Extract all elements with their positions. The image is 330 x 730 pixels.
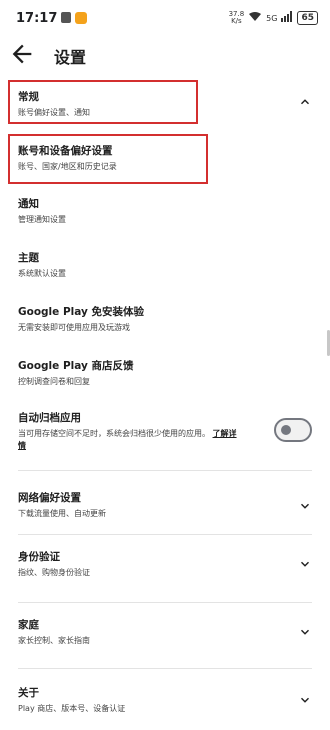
section-general[interactable]: 常规 账号偏好设置、通知: [0, 80, 330, 124]
item-subtitle: 管理通知设置: [18, 215, 66, 224]
settings-item-feedback[interactable]: Google Play 商店反馈 控制调查问卷和回复: [0, 352, 330, 396]
section-family[interactable]: 家庭 家长控制、家长指南: [0, 602, 330, 658]
settings-item-account[interactable]: 账号和设备偏好设置 账号、国家/地区和历史记录: [0, 134, 330, 182]
network-type: 5G: [266, 13, 278, 23]
chevron-down-icon[interactable]: [298, 498, 312, 512]
section-subtitle: 下载流量使用、自动更新: [18, 509, 106, 518]
wifi-icon: [248, 11, 262, 25]
settings-item-notifications[interactable]: 通知 管理通知设置: [0, 190, 330, 234]
app-bar: 设置: [0, 36, 330, 76]
item-title: 主题: [18, 252, 39, 264]
section-subtitle: 指纹、购物身份验证: [18, 568, 90, 577]
item-subtitle: 控制调查问卷和回复: [18, 377, 90, 386]
divider: [18, 470, 312, 471]
section-title: 常规: [18, 91, 39, 103]
section-subtitle: Play 商店、版本号、设备认证: [18, 704, 126, 713]
settings-item-instant[interactable]: Google Play 免安装体验 无需安装即可使用应用及玩游戏: [0, 298, 330, 342]
section-auth[interactable]: 身份验证 指纹、购物身份验证: [0, 534, 330, 590]
chevron-down-icon[interactable]: [298, 692, 312, 706]
divider: [18, 668, 312, 669]
item-title: 通知: [18, 198, 39, 210]
item-subtitle: 当可用存储空间不足时，系统会归档很少使用的应用。 了解详 情: [18, 429, 237, 450]
item-title: 账号和设备偏好设置: [18, 145, 113, 157]
app-notification-icon: [75, 12, 87, 24]
item-title: Google Play 商店反馈: [18, 360, 134, 372]
settings-item-theme[interactable]: 主题 系统默认设置: [0, 244, 330, 288]
status-icons: 37.8 K/s 5G 65: [229, 11, 318, 25]
status-bar: 17:17 37.8 K/s 5G 65: [0, 0, 330, 36]
section-title: 家庭: [18, 619, 39, 631]
section-title: 身份验证: [18, 551, 60, 563]
notification-icon: [61, 12, 71, 23]
section-about[interactable]: 关于 Play 商店、版本号、设备认证: [0, 670, 330, 726]
item-subtitle: 账号、国家/地区和历史记录: [18, 162, 117, 171]
section-subtitle: 家长控制、家长指南: [18, 636, 90, 645]
chevron-down-icon[interactable]: [298, 556, 312, 570]
section-title: 关于: [18, 687, 39, 699]
arrow-back-icon[interactable]: [8, 40, 36, 68]
status-time: 17:17: [16, 11, 58, 26]
learn-more-link[interactable]: 了解详: [213, 429, 237, 438]
learn-more-link-wrap[interactable]: 情: [18, 441, 26, 450]
chevron-up-icon[interactable]: [298, 94, 312, 108]
item-title: 自动归档应用: [18, 412, 81, 424]
page-title: 设置: [54, 48, 87, 67]
section-title: 网络偏好设置: [18, 492, 81, 504]
section-subtitle: 账号偏好设置、通知: [18, 108, 90, 117]
toggle-knob: [281, 425, 291, 435]
network-speed: 37.8 K/s: [228, 10, 245, 25]
item-subtitle: 系统默认设置: [18, 269, 66, 278]
auto-archive-toggle[interactable]: [274, 418, 312, 442]
item-subtitle: 无需安装即可使用应用及玩游戏: [18, 323, 130, 332]
item-title: Google Play 免安装体验: [18, 306, 144, 318]
battery-indicator: 65: [297, 11, 318, 25]
chevron-down-icon[interactable]: [298, 624, 312, 638]
section-network-prefs[interactable]: 网络偏好设置 下载流量使用、自动更新: [0, 478, 330, 522]
signal-icon: [281, 11, 293, 25]
